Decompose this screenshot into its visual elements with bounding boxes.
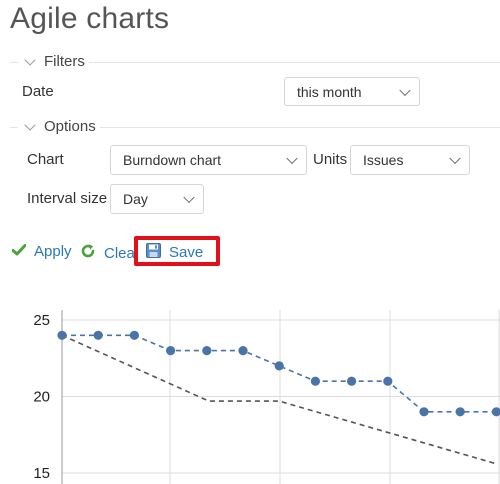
units-select[interactable]: Issues — [350, 145, 470, 175]
data-point — [238, 346, 248, 356]
interval-size-select[interactable]: Day — [110, 184, 204, 214]
chevron-down-icon — [24, 53, 36, 66]
data-point — [491, 407, 500, 417]
chart-select-value: Burndown chart — [123, 152, 222, 168]
chevron-down-icon — [183, 191, 195, 204]
data-point — [383, 376, 393, 386]
y-axis-title: sues — [0, 452, 4, 484]
y-tick-label: 15 — [33, 465, 50, 482]
data-point — [347, 376, 357, 386]
actual-burndown-line — [62, 334, 497, 413]
reload-icon — [80, 243, 96, 263]
save-label: Save — [169, 244, 204, 261]
interval-size-label: Interval size — [27, 190, 108, 207]
y-tick-label: 20 — [33, 389, 50, 406]
chart-label: Chart — [27, 151, 64, 168]
data-point — [57, 330, 67, 340]
chevron-down-icon — [24, 118, 36, 131]
data-point — [274, 361, 284, 371]
options-legend: Options — [44, 118, 96, 135]
interval-size-select-value: Day — [123, 191, 148, 207]
page-title: Agile charts — [10, 2, 170, 35]
data-point — [202, 346, 212, 356]
save-button[interactable]: Save — [146, 243, 203, 262]
units-label: Units — [313, 151, 348, 168]
burndown-chart: 15 20 25 — [33, 310, 500, 484]
chart-select[interactable]: Burndown chart — [110, 145, 307, 175]
checkmark-icon — [11, 243, 27, 260]
apply-label: Apply — [34, 243, 72, 260]
data-point — [419, 407, 429, 417]
data-point — [129, 330, 139, 340]
date-label: Date — [22, 83, 54, 100]
chevron-down-icon — [286, 152, 298, 165]
y-tick-label: 25 — [33, 312, 50, 329]
chevron-down-icon — [399, 84, 411, 96]
floppy-disk-icon — [146, 243, 161, 262]
filters-toggle[interactable]: Filters — [18, 53, 89, 70]
apply-button[interactable]: Apply — [11, 243, 72, 260]
data-point — [166, 346, 176, 356]
ideal-burndown-line — [61, 334, 497, 465]
date-select-value: this month — [297, 83, 362, 100]
date-select[interactable]: this month — [284, 77, 420, 106]
filters-legend: Filters — [44, 53, 85, 70]
clear-label: Clea — [104, 244, 135, 262]
options-toggle[interactable]: Options — [18, 118, 100, 135]
clear-button[interactable]: Clea — [80, 243, 135, 263]
data-point — [455, 407, 465, 417]
data-point — [310, 376, 320, 386]
chevron-down-icon — [449, 152, 461, 165]
data-point — [93, 330, 103, 340]
units-select-value: Issues — [363, 152, 404, 168]
